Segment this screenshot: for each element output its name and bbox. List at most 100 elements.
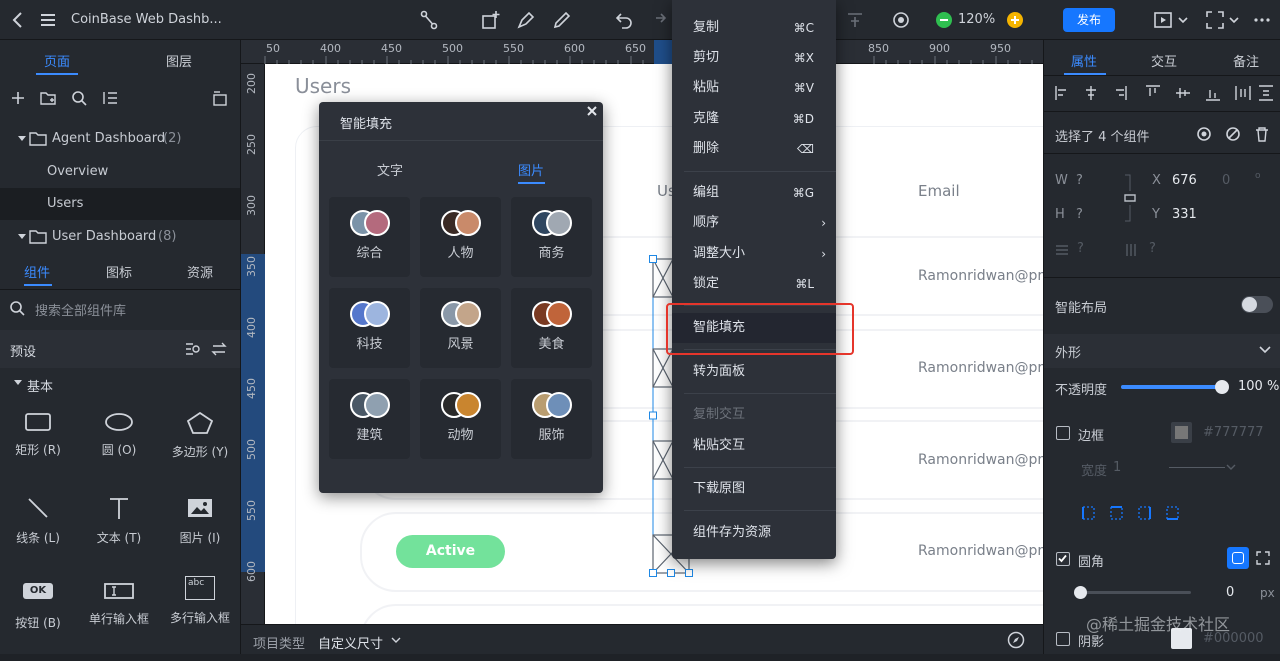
- close-icon[interactable]: [585, 104, 599, 118]
- chevron-down-icon[interactable]: [1226, 462, 1236, 472]
- component-input[interactable]: 单行输入框: [79, 581, 159, 661]
- tab-notes[interactable]: 备注: [1233, 51, 1259, 70]
- fill-category-fashion[interactable]: 服饰: [511, 379, 592, 459]
- zoom-out-icon[interactable]: [935, 11, 955, 31]
- more-icon[interactable]: [1252, 10, 1272, 30]
- eye-icon[interactable]: [1196, 126, 1212, 142]
- chevron-down-icon[interactable]: [1177, 10, 1189, 30]
- filter-search-icon[interactable]: [185, 342, 201, 356]
- connect-icon[interactable]: [419, 10, 439, 30]
- spacing-v-field[interactable]: ?: [1149, 241, 1156, 256]
- menu-item-cut[interactable]: 剪切 ⌘X: [672, 43, 836, 73]
- tab-assets[interactable]: 资源: [187, 262, 213, 281]
- fill-category-general[interactable]: 综合: [329, 197, 410, 277]
- page-settings-icon[interactable]: [212, 90, 228, 106]
- pencil-icon[interactable]: [552, 10, 572, 30]
- component-line[interactable]: 线条 (L): [0, 496, 78, 576]
- component-polygon[interactable]: 多边形 (Y): [160, 412, 240, 492]
- tab-icons[interactable]: 图标: [106, 262, 132, 281]
- opacity-value[interactable]: 100 %: [1238, 379, 1279, 394]
- radius-uniform-button[interactable]: [1227, 547, 1249, 569]
- shadow-checkbox[interactable]: [1056, 632, 1070, 646]
- border-checkbox[interactable]: [1056, 426, 1070, 440]
- menu-icon[interactable]: [38, 10, 58, 30]
- tab-text[interactable]: 文字: [377, 160, 403, 179]
- slider-knob[interactable]: [1074, 586, 1087, 599]
- align-icon[interactable]: [845, 10, 865, 30]
- component-rectangle[interactable]: 矩形 (R): [0, 412, 78, 492]
- undo-icon[interactable]: [614, 10, 634, 30]
- border-color-value[interactable]: #777777: [1203, 425, 1264, 440]
- sort-list-icon[interactable]: [102, 90, 118, 106]
- rotation-field[interactable]: 0: [1222, 173, 1230, 188]
- fill-category-people[interactable]: 人物: [420, 197, 501, 277]
- fill-category-business[interactable]: 商务: [511, 197, 592, 277]
- tab-layers[interactable]: 图层: [166, 51, 192, 70]
- align-tools-icon[interactable]: [1054, 84, 1274, 102]
- menu-item-download-original[interactable]: 下载原图: [672, 474, 836, 504]
- fill-category-animals[interactable]: 动物: [420, 379, 501, 459]
- distribute-horizontal-icon[interactable]: [1055, 243, 1069, 257]
- tree-folder-user-dashboard[interactable]: User Dashboard (8): [0, 221, 240, 253]
- radius-value[interactable]: 0: [1226, 585, 1234, 600]
- distribute-vertical-icon[interactable]: [1124, 243, 1138, 257]
- delete-icon[interactable]: [1254, 126, 1270, 142]
- opacity-slider[interactable]: [1121, 380, 1229, 394]
- preview-target-icon[interactable]: [891, 10, 911, 30]
- menu-item-copy[interactable]: 复制 ⌘C: [672, 13, 836, 43]
- height-field[interactable]: ?: [1076, 207, 1083, 222]
- smart-layout-toggle[interactable]: [1241, 296, 1273, 313]
- add-folder-icon[interactable]: [40, 90, 58, 106]
- border-style-line[interactable]: [1169, 467, 1225, 468]
- component-textarea[interactable]: abc 多行输入框: [160, 576, 240, 656]
- chevron-down-icon[interactable]: [391, 635, 401, 645]
- menu-item-delete[interactable]: 删除 ⌫: [672, 134, 836, 164]
- y-field[interactable]: 331: [1172, 207, 1197, 222]
- menu-item-convert-to-panel[interactable]: 转为面板: [672, 357, 836, 387]
- x-field[interactable]: 676: [1172, 173, 1197, 188]
- fill-category-food[interactable]: 美食: [511, 288, 592, 368]
- width-field[interactable]: ?: [1076, 173, 1083, 188]
- component-button[interactable]: OK 按钮 (B): [0, 581, 78, 661]
- add-frame-icon[interactable]: [481, 10, 501, 30]
- play-icon[interactable]: [1153, 10, 1173, 30]
- border-sides-icon[interactable]: [1081, 506, 1181, 520]
- tab-interactions[interactable]: 交互: [1151, 51, 1177, 70]
- status-badge[interactable]: Active: [396, 535, 505, 568]
- border-width-value[interactable]: 1: [1113, 460, 1121, 475]
- tab-pages[interactable]: 页面: [44, 51, 70, 70]
- spacing-h-field[interactable]: ?: [1077, 241, 1084, 256]
- redo-icon[interactable]: [648, 10, 668, 30]
- menu-item-clone[interactable]: 克隆 ⌘D: [672, 104, 836, 134]
- component-search-input[interactable]: 搜索全部组件库: [35, 300, 126, 319]
- tree-page-overview[interactable]: Overview: [0, 156, 240, 188]
- menu-item-group[interactable]: 编组 ⌘G: [672, 178, 836, 208]
- project-type-select[interactable]: 自定义尺寸: [318, 633, 383, 652]
- compass-icon[interactable]: [1007, 631, 1025, 649]
- fullscreen-icon[interactable]: [1205, 10, 1225, 30]
- chevron-down-icon[interactable]: [1259, 345, 1271, 355]
- chevron-down-icon[interactable]: [17, 135, 27, 143]
- chevron-down-icon[interactable]: [1228, 10, 1240, 30]
- menu-item-order[interactable]: 顺序 ›: [672, 208, 836, 238]
- tab-components[interactable]: 组件: [24, 262, 50, 281]
- swap-icon[interactable]: [211, 342, 227, 356]
- table-row[interactable]: [360, 604, 1043, 624]
- menu-item-save-as-asset[interactable]: 组件存为资源: [672, 518, 836, 548]
- slider-knob[interactable]: [1215, 380, 1229, 394]
- radius-slider[interactable]: [1074, 586, 1191, 599]
- link-aspect-icon[interactable]: [1123, 173, 1136, 223]
- menu-item-resize[interactable]: 调整大小 ›: [672, 239, 836, 269]
- tree-page-users[interactable]: Users: [0, 188, 240, 220]
- chevron-down-icon[interactable]: [13, 379, 23, 387]
- radius-checkbox[interactable]: [1056, 552, 1070, 566]
- border-color-swatch[interactable]: [1171, 422, 1192, 443]
- component-circle[interactable]: 圆 (O): [79, 412, 159, 492]
- zoom-in-icon[interactable]: [1006, 11, 1026, 31]
- fill-category-tech[interactable]: 科技: [329, 288, 410, 368]
- publish-button[interactable]: 发布: [1063, 8, 1115, 32]
- component-text[interactable]: 文本 (T): [79, 496, 159, 576]
- menu-item-paste-interaction[interactable]: 粘贴交互: [672, 431, 836, 461]
- pen-icon[interactable]: [516, 10, 536, 30]
- tab-images[interactable]: 图片: [518, 160, 544, 179]
